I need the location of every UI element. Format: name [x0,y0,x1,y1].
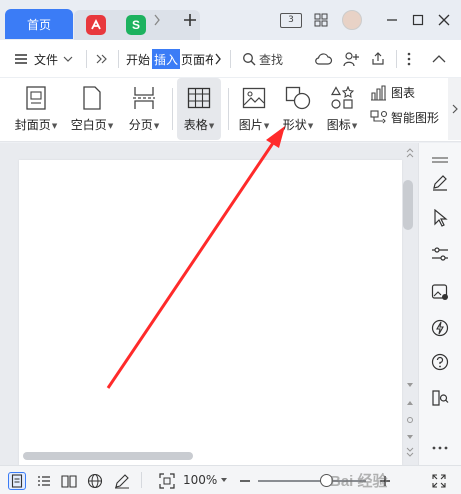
fullscreen-icon[interactable] [430,472,448,490]
lightning-icon[interactable] [429,317,451,339]
right-sidebar [418,143,461,465]
page-view-icon[interactable] [8,472,26,490]
status-bar: 100% Bai 经验 [0,465,461,494]
divider [141,472,142,488]
outline-view-icon[interactable] [35,472,53,490]
edit-pen-icon[interactable] [429,171,451,193]
zoom-level[interactable]: 100% [183,473,217,487]
adjust-settings-icon[interactable] [429,243,451,265]
zoom-out-icon[interactable] [236,472,254,490]
more-tools-icon[interactable] [429,437,451,459]
annotation-arrow [106,126,285,389]
read-mode-icon[interactable] [60,472,78,490]
fit-page-icon[interactable] [158,472,176,490]
book-search-icon[interactable] [429,387,451,409]
image-tool-icon[interactable] [429,281,451,303]
web-view-icon[interactable] [86,472,104,490]
help-icon[interactable] [429,351,451,373]
write-mode-icon[interactable] [113,472,131,490]
select-cursor-icon[interactable] [429,207,451,229]
zoom-dropdown-icon[interactable] [220,477,228,483]
pane-toggle-icon[interactable] [429,149,451,171]
watermark: Bai 经验 [330,473,388,490]
